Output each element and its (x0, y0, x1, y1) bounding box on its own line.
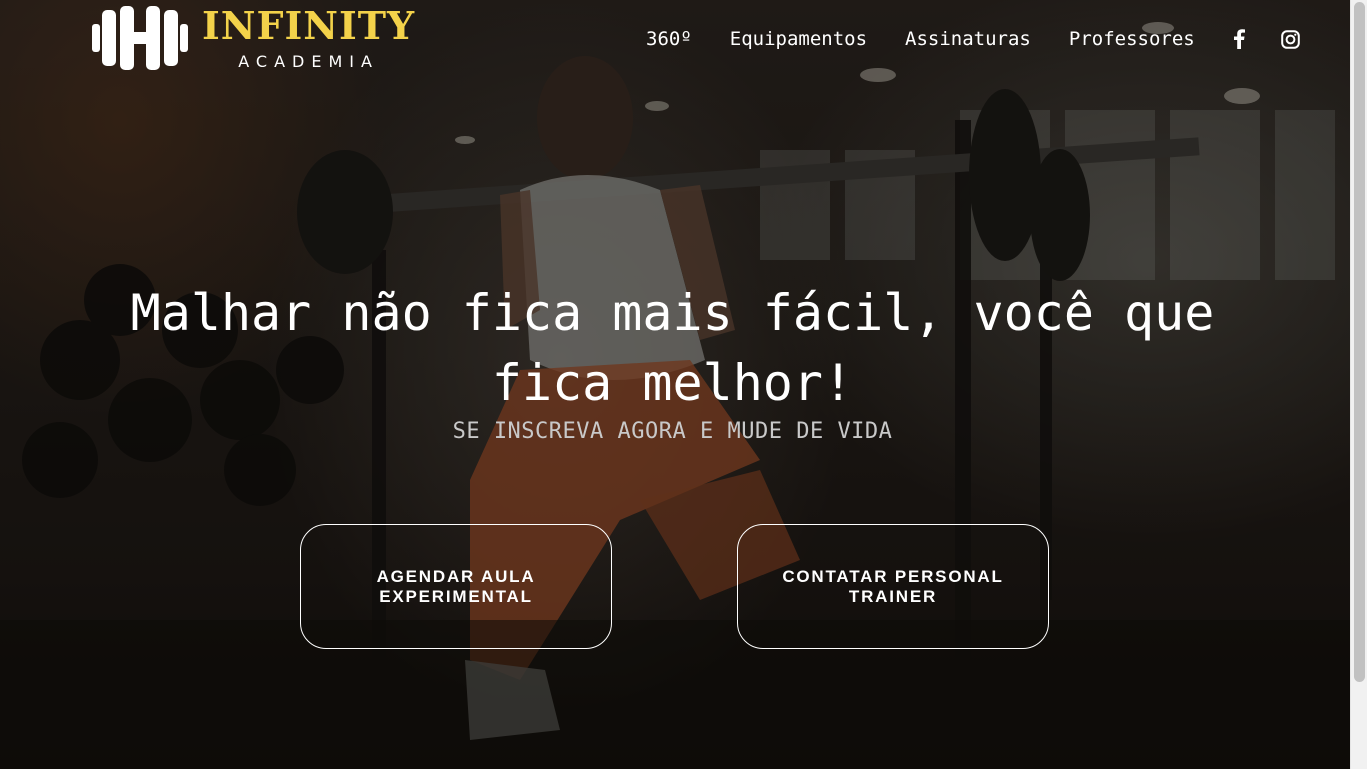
dumbbell-logo-icon (92, 6, 188, 70)
instagram-icon[interactable] (1281, 29, 1301, 49)
hero-subheadline: SE INSCREVA AGORA E MUDE DE VIDA (452, 419, 893, 444)
nav-link-assinaturas[interactable]: Assinaturas (905, 28, 1031, 50)
page: INFINITY ACADEMIA 360º Equipamentos Assi… (0, 0, 1367, 769)
main-navigation: 360º Equipamentos Assinaturas Professore… (646, 24, 1301, 54)
brand-logo[interactable]: INFINITY ACADEMIA (92, 4, 462, 74)
brand-tagline: ACADEMIA (238, 52, 379, 71)
schedule-trial-class-button[interactable]: AGENDAR AULA EXPERIMENTAL (300, 524, 612, 649)
logo-wordmark: INFINITY ACADEMIA (202, 4, 415, 72)
facebook-icon[interactable] (1229, 29, 1249, 49)
brand-name: INFINITY (202, 3, 416, 48)
nav-link-360[interactable]: 360º (646, 28, 692, 50)
hero-headline: Malhar não fica mais fácil, você que fic… (130, 284, 1215, 412)
contact-personal-trainer-button[interactable]: CONTATAR PERSONAL TRAINER (737, 524, 1049, 649)
scrollbar-thumb[interactable] (1354, 2, 1365, 682)
nav-link-equipamentos[interactable]: Equipamentos (730, 28, 867, 50)
nav-link-professores[interactable]: Professores (1069, 28, 1195, 50)
page-scrollbar[interactable] (1350, 0, 1367, 769)
